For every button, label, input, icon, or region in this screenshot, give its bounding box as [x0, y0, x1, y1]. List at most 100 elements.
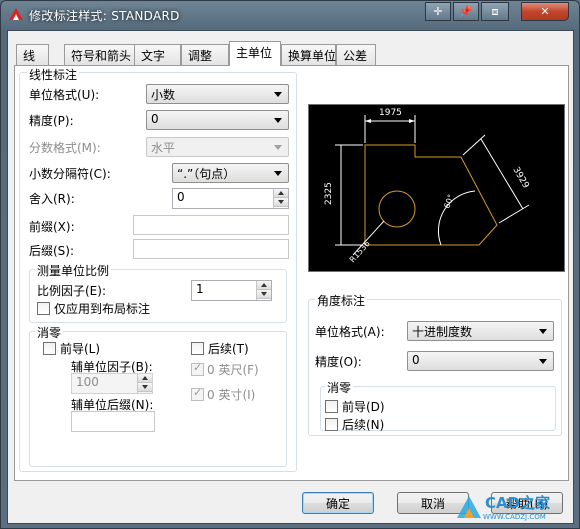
close-icon: ✕ [540, 5, 550, 18]
leading-zero-checkbox[interactable] [43, 342, 56, 355]
preview-shape [364, 144, 498, 246]
tab-primary-units[interactable]: 主单位 [229, 41, 281, 66]
decimal-separator-value: “.”（句点） [177, 167, 236, 181]
restore-icon: ⧈ [491, 4, 499, 18]
angular-precision-select[interactable]: 0 [407, 351, 554, 371]
fraction-format-select[interactable]: 水平 [146, 137, 289, 157]
decimal-separator-label: 小数分隔符(C): [29, 167, 111, 181]
suffix-input[interactable] [133, 239, 289, 259]
spin-up-icon[interactable] [257, 281, 271, 290]
dim-arc-angle [437, 190, 476, 246]
move-icon: ✛ [433, 5, 443, 18]
spinner-buttons[interactable] [273, 189, 288, 208]
spin-down-icon[interactable] [257, 290, 271, 299]
watermark: CAD之家 WWW.CADZJ.COM [455, 492, 575, 524]
dim-line-left [335, 144, 363, 246]
round-off-label: 舍入(R): [29, 192, 75, 206]
angular-trailing-checkbox[interactable] [325, 418, 338, 431]
spinner-buttons[interactable] [256, 281, 271, 300]
fraction-format-value: 水平 [151, 141, 176, 155]
tab-label: 调整 [188, 49, 213, 63]
ok-button[interactable]: 确定 [302, 492, 374, 514]
spin-up-icon[interactable] [274, 189, 288, 198]
scale-factor-spinner[interactable]: 1 [191, 280, 272, 301]
chevron-down-icon [539, 329, 547, 334]
dim-text-top: 1975 [379, 108, 402, 118]
round-off-spinner[interactable]: 0 [172, 188, 289, 209]
tab-label: 公差 [343, 49, 368, 63]
precision-value: 0 [151, 112, 159, 126]
dim-line-top [364, 115, 416, 143]
zero-inches-label: 0 英寸(I) [207, 388, 256, 402]
tab-label: 文字 [141, 49, 166, 63]
angular-precision-label: 精度(O): [315, 355, 362, 369]
spin-up-icon[interactable] [138, 374, 152, 383]
angular-unit-format-value: 十进制度数 [412, 325, 473, 339]
sub-unit-factor-spinner[interactable]: 100 [71, 373, 153, 394]
sub-unit-suffix-input[interactable] [71, 411, 155, 432]
tab-label: 换算单位 [288, 49, 337, 63]
sub-unit-factor-value: 100 [76, 375, 99, 389]
restore-button[interactable]: ⧈ [481, 2, 509, 21]
decimal-separator-select[interactable]: “.”（句点） [172, 163, 289, 183]
spin-down-icon[interactable] [274, 198, 288, 207]
move-button[interactable]: ✛ [425, 2, 451, 21]
spinner-buttons[interactable] [137, 374, 152, 393]
linear-group-title: 线性标注 [27, 66, 80, 83]
zero-feet-checkbox[interactable] [191, 361, 204, 376]
dialog-window: 修改标注样式: STANDARD ✛ 📌 ⧈ ✕ 线 符号和箭头 文字 调整 主… [0, 0, 580, 529]
tab-fit[interactable]: 调整 [181, 44, 229, 65]
tab-text[interactable]: 文字 [134, 44, 181, 65]
tab-lines[interactable]: 线 [16, 44, 49, 65]
angular-leading-label: 前导(D) [342, 400, 385, 414]
dim-text-angle: 60° [442, 193, 455, 209]
angular-trailing-label: 后续(N) [342, 418, 385, 432]
close-button[interactable]: ✕ [521, 2, 569, 21]
tab-alternate-units[interactable]: 换算单位 [281, 44, 336, 65]
chevron-down-icon [274, 145, 282, 150]
dim-text-radius: R1536 [348, 239, 372, 264]
trailing-zero-label: 后续(T) [208, 342, 249, 356]
scale-group-title: 测量单位比例 [35, 262, 112, 279]
dim-text-left: 2325 [324, 182, 334, 205]
autocad-logo-icon [9, 8, 23, 20]
angular-leading-checkbox[interactable] [325, 400, 338, 413]
spin-down-icon[interactable] [138, 383, 152, 392]
window-title: 修改标注样式: STANDARD [29, 9, 180, 23]
ok-label: 确定 [325, 496, 350, 511]
unit-format-select[interactable]: 小数 [146, 84, 289, 104]
pin-icon: 📌 [459, 5, 473, 18]
angular-group-title: 角度标注 [315, 292, 368, 309]
tab-tolerances[interactable]: 公差 [336, 44, 376, 65]
zero-suppression-title: 消零 [35, 324, 64, 341]
dimension-preview: 1975 2325 3929 60° R1536 [308, 104, 565, 272]
unit-format-value: 小数 [151, 88, 176, 102]
angular-zero-title: 消零 [325, 379, 354, 396]
preview-circle [378, 190, 416, 228]
suffix-label: 后缀(S): [29, 244, 75, 258]
dim-text-diagonal: 3929 [510, 166, 530, 191]
chevron-down-icon [274, 92, 282, 97]
leading-zero-label: 前导(L) [60, 342, 101, 356]
tab-label: 主单位 [236, 46, 273, 60]
pin-button[interactable]: 📌 [453, 2, 479, 21]
tab-label: 线 [23, 49, 36, 63]
layout-only-checkbox[interactable] [37, 302, 50, 315]
chevron-down-icon [274, 118, 282, 123]
angular-unit-format-select[interactable]: 十进制度数 [407, 321, 554, 341]
angular-unit-format-label: 单位格式(A): [315, 325, 385, 339]
title-bar[interactable]: 修改标注样式: STANDARD ✛ 📌 ⧈ ✕ [1, 1, 579, 29]
round-off-value: 0 [177, 190, 185, 204]
fraction-format-label: 分数格式(M): [29, 141, 101, 155]
tab-symbols-arrows[interactable]: 符号和箭头 [64, 44, 136, 65]
precision-label: 精度(P): [29, 114, 74, 128]
precision-select[interactable]: 0 [146, 110, 289, 130]
zero-inches-checkbox[interactable] [191, 386, 204, 401]
angular-precision-value: 0 [412, 353, 420, 367]
scale-factor-value: 1 [196, 282, 204, 296]
scale-factor-label: 比例因子(E): [37, 284, 106, 298]
layout-only-label: 仅应用到布局标注 [54, 302, 151, 316]
dialog-client: 线 符号和箭头 文字 调整 主单位 换算单位 公差 线性标注 单位格式(U): … [7, 30, 574, 524]
trailing-zero-checkbox[interactable] [191, 342, 204, 355]
prefix-input[interactable] [133, 215, 289, 235]
